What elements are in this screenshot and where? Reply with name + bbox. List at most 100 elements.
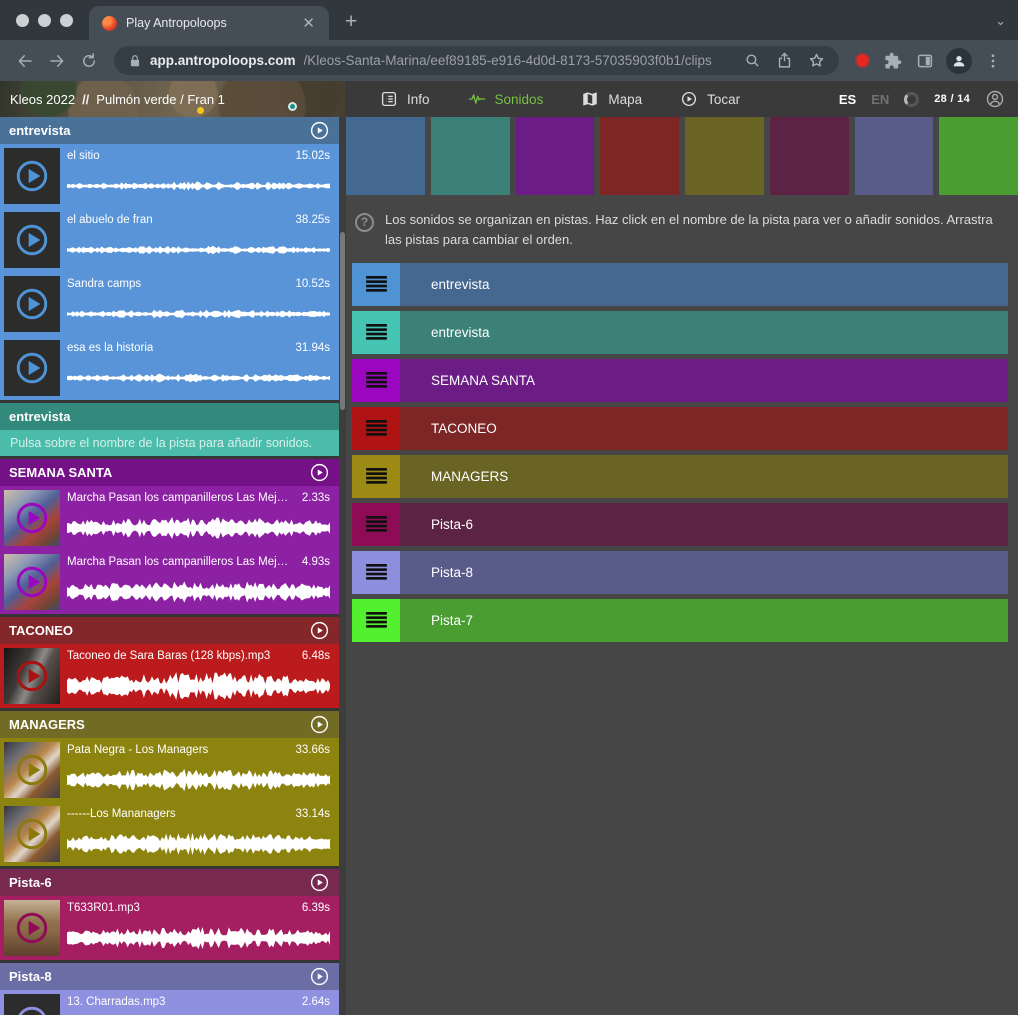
clip-waveform-wrap[interactable] (67, 356, 330, 400)
clip-row[interactable]: Pata Negra - Los Managers33.66s (0, 738, 339, 802)
track-row[interactable]: entrevista (352, 263, 1008, 306)
track-drag-handle[interactable] (352, 551, 400, 594)
clip-thumbnail[interactable] (4, 148, 60, 204)
clip-thumbnail[interactable] (4, 742, 60, 798)
tab-search-chevron-icon[interactable]: ⌄ (995, 13, 1006, 29)
clip-thumbnail[interactable] (4, 276, 60, 332)
clip-row[interactable]: 13. Charradas.mp32.64s (0, 990, 339, 1015)
clip-row[interactable]: Taconeo de Sara Baras (128 kbps).mp36.48… (0, 644, 339, 708)
track-row-body[interactable]: Pista-6 (400, 503, 1008, 546)
track-row-body[interactable]: MANAGERS (400, 455, 1008, 498)
browser-menu-button[interactable] (978, 46, 1008, 76)
language-en-button[interactable]: EN (871, 92, 889, 107)
clip-waveform-wrap[interactable] (67, 758, 330, 802)
url-bar[interactable]: app.antropoloops.com /Kleos-Santa-Marina… (114, 46, 839, 75)
clip-thumbnail[interactable] (4, 340, 60, 396)
record-extension-icon[interactable] (855, 53, 870, 68)
clip-waveform-wrap[interactable] (67, 1010, 330, 1015)
side-panel-button[interactable] (910, 46, 940, 76)
nav-tab-tocar[interactable]: Tocar (661, 81, 759, 117)
track-row[interactable]: SEMANA SANTA (352, 359, 1008, 402)
track-drag-handle[interactable] (352, 359, 400, 402)
track-header[interactable]: SEMANA SANTA (0, 459, 339, 486)
track-drag-handle[interactable] (352, 407, 400, 450)
clip-thumbnail[interactable] (4, 554, 60, 610)
track-play-button[interactable] (309, 620, 330, 641)
track-row-body[interactable]: Pista-7 (400, 599, 1008, 642)
track-drag-handle[interactable] (352, 263, 400, 306)
track-row[interactable]: Pista-8 (352, 551, 1008, 594)
clip-waveform-wrap[interactable] (67, 570, 330, 614)
clip-thumbnail[interactable] (4, 490, 60, 546)
clip-row[interactable]: T633R01.mp36.39s (0, 896, 339, 960)
track-drag-handle[interactable] (352, 599, 400, 642)
track-color-strip (346, 117, 1018, 195)
clip-waveform-wrap[interactable] (67, 164, 330, 208)
clip-row[interactable]: Sandra camps10.52s (0, 272, 339, 336)
track-drag-handle[interactable] (352, 455, 400, 498)
clip-row[interactable]: ------Los Mananagers33.14s (0, 802, 339, 866)
track-row-body[interactable]: TACONEO (400, 407, 1008, 450)
clip-row[interactable]: Marcha Pasan los campanilleros Las Mejor… (0, 550, 339, 614)
browser-tab[interactable]: Play Antropoloops ✕ (89, 6, 329, 40)
track-header[interactable]: Pista-6 (0, 869, 339, 896)
track-header[interactable]: MANAGERS (0, 711, 339, 738)
reload-button[interactable] (74, 46, 104, 76)
track-header[interactable]: Pista-8 (0, 963, 339, 990)
track-header[interactable]: entrevista (0, 403, 339, 430)
zoom-icon[interactable] (744, 52, 761, 69)
tab-close-icon[interactable]: ✕ (298, 14, 319, 33)
clip-thumbnail[interactable] (4, 994, 60, 1015)
nav-tab-mapa[interactable]: Mapa (562, 81, 661, 117)
nav-tab-info[interactable]: Info (361, 81, 449, 117)
bookmark-star-icon[interactable] (808, 52, 825, 69)
nav-tab-sonidos[interactable]: Sonidos (449, 81, 563, 117)
clip-row[interactable]: el sitio15.02s (0, 144, 339, 208)
track-play-button[interactable] (309, 966, 330, 987)
traffic-light-zoom-icon[interactable] (60, 14, 73, 27)
track-row-body[interactable]: Pista-8 (400, 551, 1008, 594)
profile-avatar[interactable] (946, 48, 972, 74)
back-button[interactable] (10, 46, 40, 76)
clip-thumbnail[interactable] (4, 900, 60, 956)
track-play-button[interactable] (309, 462, 330, 483)
track-row-body[interactable]: entrevista (400, 311, 1008, 354)
track-row[interactable]: Pista-6 (352, 503, 1008, 546)
track-header[interactable]: entrevista (0, 117, 339, 144)
track-row-body[interactable]: SEMANA SANTA (400, 359, 1008, 402)
track-row[interactable]: entrevista (352, 311, 1008, 354)
account-button[interactable] (985, 89, 1005, 109)
clip-waveform-wrap[interactable] (67, 506, 330, 550)
forward-button[interactable] (42, 46, 72, 76)
track-header[interactable]: TACONEO (0, 617, 339, 644)
clip-thumbnail[interactable] (4, 648, 60, 704)
track-play-button[interactable] (309, 872, 330, 893)
clip-title-row: Marcha Pasan los campanilleros Las Mejor… (67, 555, 330, 570)
clip-row[interactable]: el abuelo de fran38.25s (0, 208, 339, 272)
new-tab-button[interactable]: + (329, 10, 371, 40)
language-es-button[interactable]: ES (839, 92, 856, 107)
clip-thumbnail[interactable] (4, 212, 60, 268)
sidebar-scrollbar[interactable] (339, 117, 346, 1015)
clip-waveform-wrap[interactable] (67, 822, 330, 866)
clip-waveform-wrap[interactable] (67, 664, 330, 708)
track-row-body[interactable]: entrevista (400, 263, 1008, 306)
clip-row[interactable]: esa es la historia31.94s (0, 336, 339, 400)
track-drag-handle[interactable] (352, 503, 400, 546)
track-drag-handle[interactable] (352, 311, 400, 354)
track-play-button[interactable] (309, 120, 330, 141)
clip-waveform-wrap[interactable] (67, 916, 330, 960)
track-row[interactable]: MANAGERS (352, 455, 1008, 498)
share-icon[interactable] (776, 52, 793, 69)
track-play-button[interactable] (309, 714, 330, 735)
clip-waveform-wrap[interactable] (67, 228, 330, 272)
clip-waveform-wrap[interactable] (67, 292, 330, 336)
clip-thumbnail[interactable] (4, 806, 60, 862)
traffic-light-close-icon[interactable] (16, 14, 29, 27)
scrollbar-thumb[interactable] (340, 232, 345, 410)
track-row[interactable]: TACONEO (352, 407, 1008, 450)
clip-row[interactable]: Marcha Pasan los campanilleros Las Mejor… (0, 486, 339, 550)
traffic-light-minimize-icon[interactable] (38, 14, 51, 27)
track-row[interactable]: Pista-7 (352, 599, 1008, 642)
extensions-button[interactable] (878, 46, 908, 76)
